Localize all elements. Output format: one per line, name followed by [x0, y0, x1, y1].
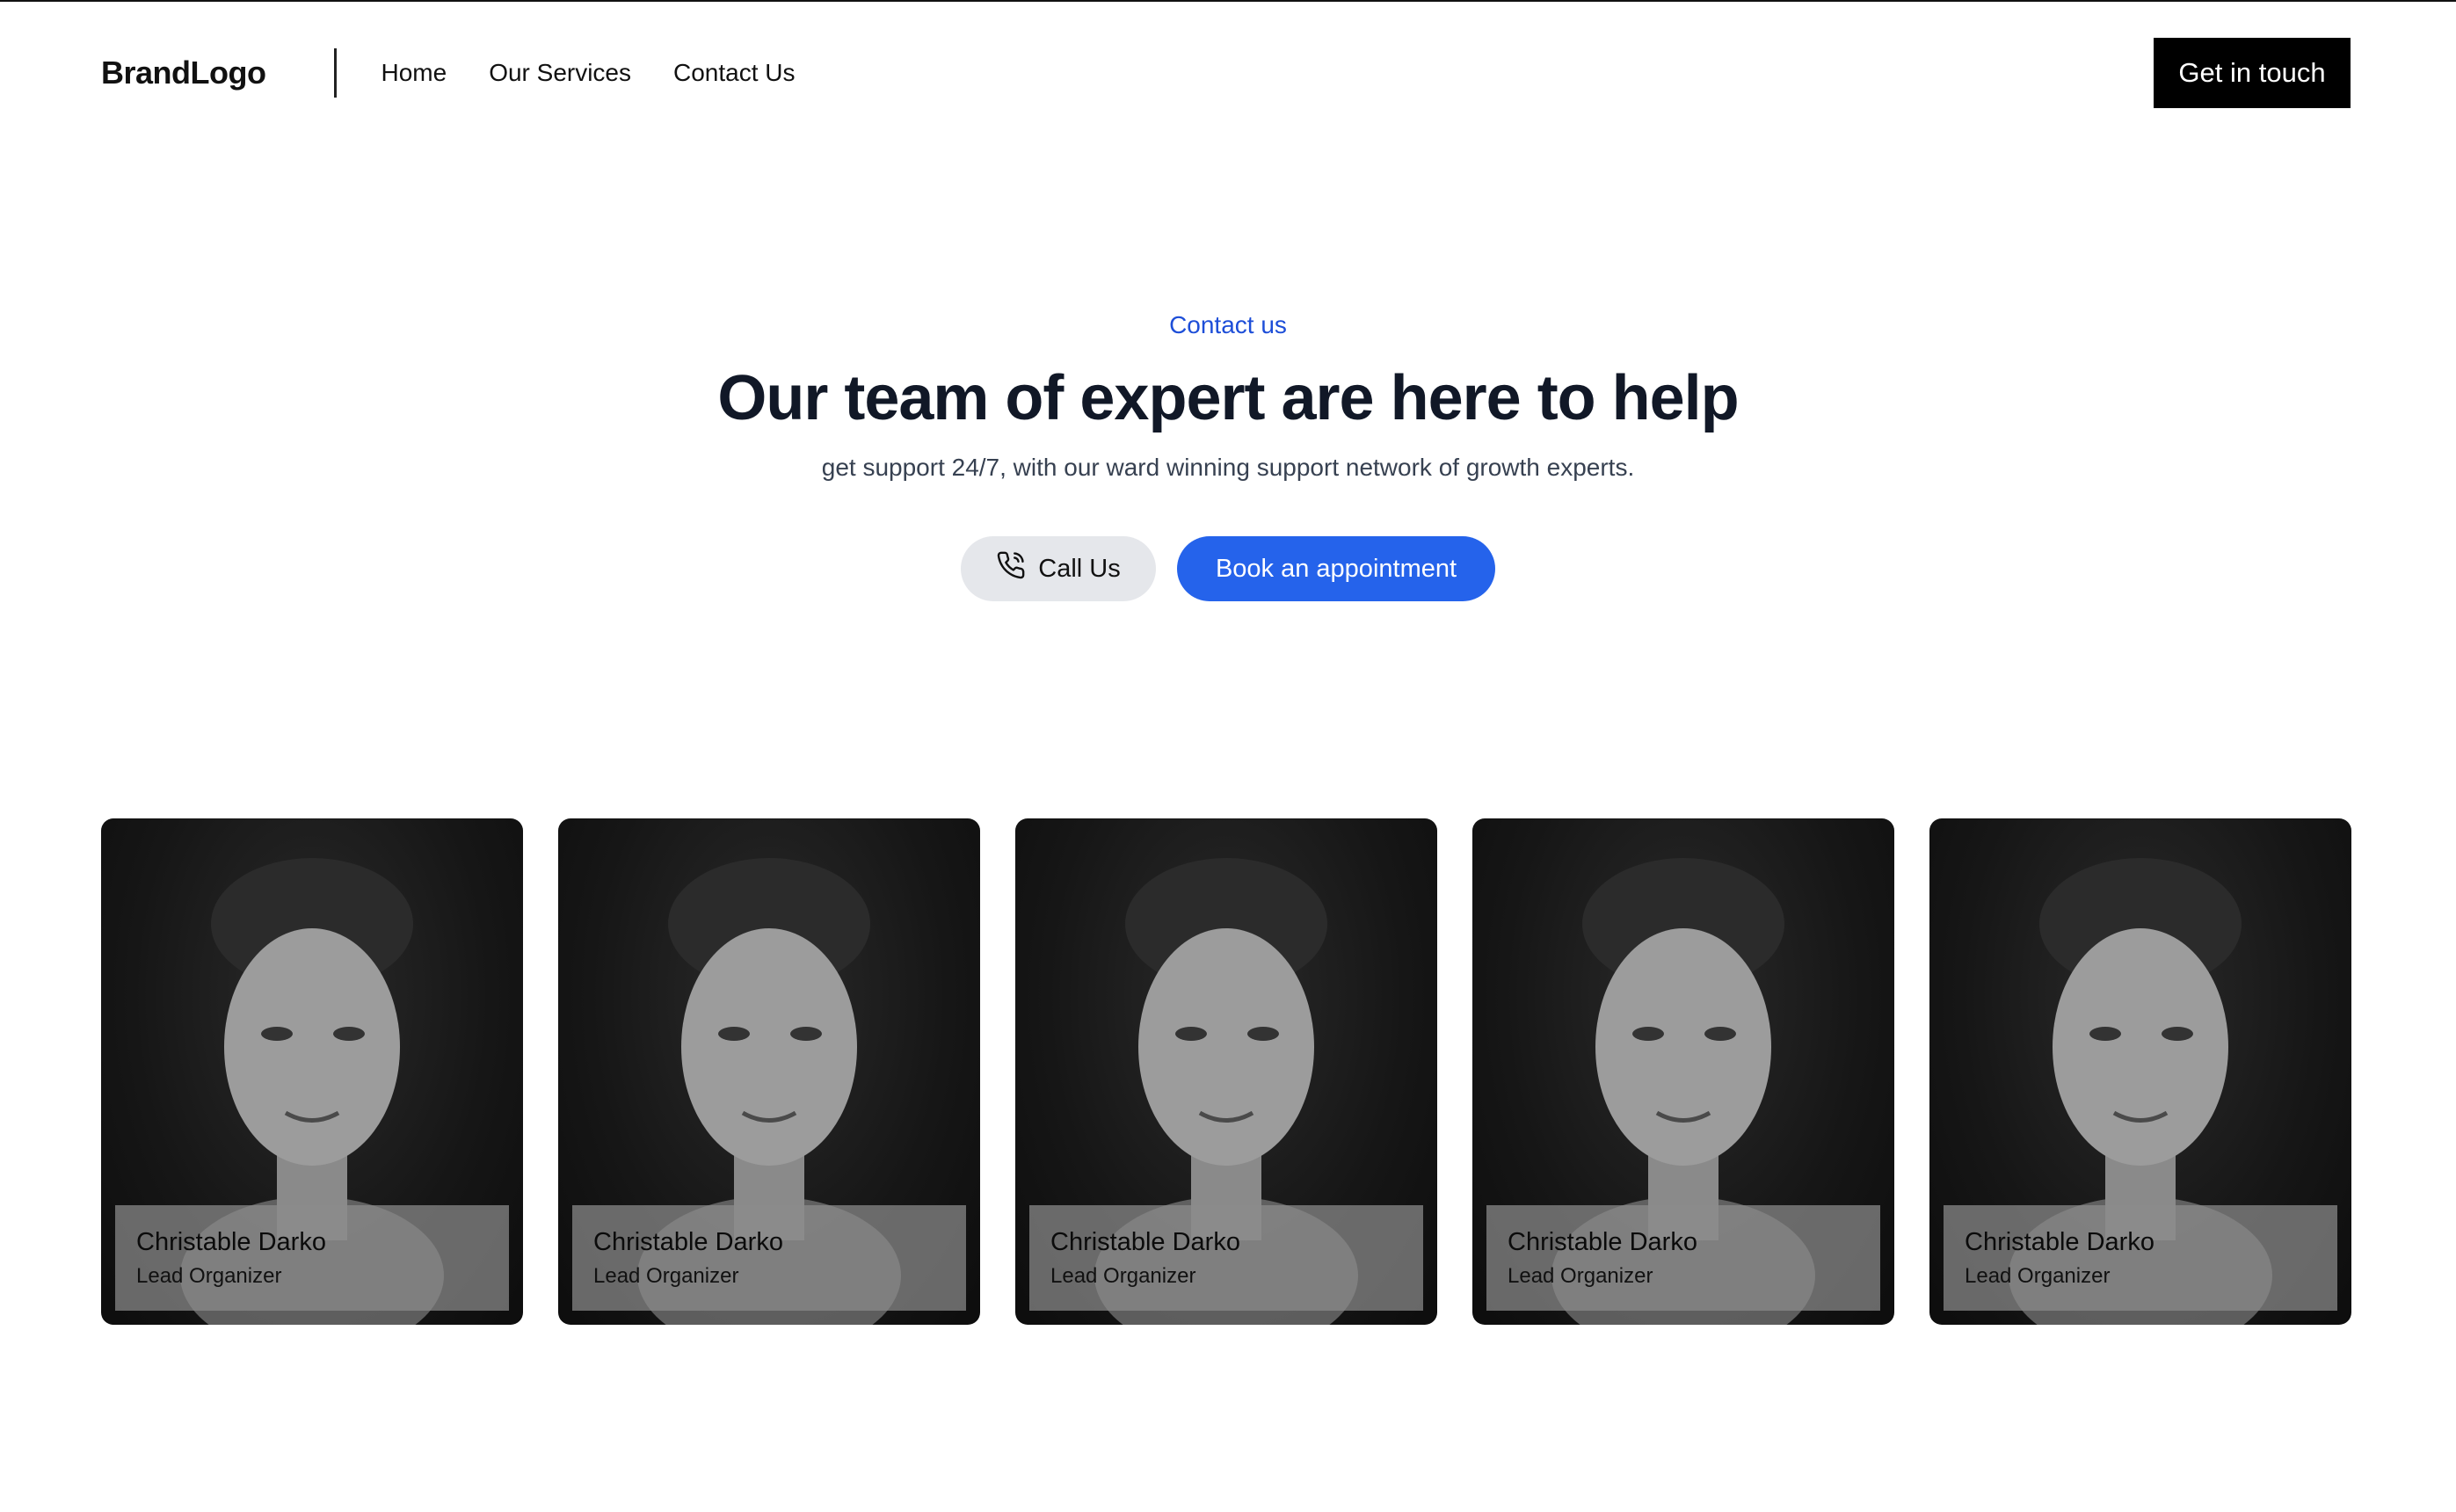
card-caption: Christable Darko Lead Organizer	[572, 1205, 966, 1311]
card-caption: Christable Darko Lead Organizer	[115, 1205, 509, 1311]
member-name: Christable Darko	[1965, 1228, 2154, 1256]
card-caption: Christable Darko Lead Organizer	[1486, 1205, 1880, 1311]
card-caption: Christable Darko Lead Organizer	[1029, 1205, 1423, 1311]
member-name: Christable Darko	[593, 1228, 783, 1256]
nav-link-services[interactable]: Our Services	[489, 59, 631, 87]
nav-divider	[334, 48, 338, 98]
hero-eyebrow: Contact us	[1169, 311, 1287, 338]
member-role: Lead Organizer	[1050, 1264, 1196, 1288]
hero-subtitle: get support 24/7, with our ward winning …	[821, 454, 1635, 481]
call-us-label: Call Us	[1038, 554, 1121, 583]
member-role: Lead Organizer	[136, 1264, 282, 1288]
team-card[interactable]: Christable Darko Lead Organizer	[1015, 818, 1437, 1325]
navbar: BrandLogo Home Our Services Contact Us G…	[101, 37, 2351, 109]
book-appointment-button[interactable]: Book an appointment	[1177, 536, 1495, 601]
hero-buttons: Call Us Book an appointment	[0, 536, 2456, 601]
team-cards: Christable Darko Lead Organizer Christab…	[101, 818, 2351, 1325]
member-name: Christable Darko	[1508, 1228, 1697, 1256]
member-name: Christable Darko	[1050, 1228, 1240, 1256]
member-role: Lead Organizer	[1508, 1264, 1653, 1288]
card-caption: Christable Darko Lead Organizer	[1944, 1205, 2337, 1311]
member-name: Christable Darko	[136, 1228, 326, 1256]
team-card[interactable]: Christable Darko Lead Organizer	[1472, 818, 1894, 1325]
get-in-touch-button[interactable]: Get in touch	[2154, 38, 2351, 108]
hero-section: Contact us Our team of expert are here t…	[0, 311, 2456, 601]
brand-logo[interactable]: BrandLogo	[101, 55, 266, 91]
team-card[interactable]: Christable Darko Lead Organizer	[1929, 818, 2351, 1325]
nav-links: Home Our Services Contact Us	[381, 59, 795, 87]
team-card[interactable]: Christable Darko Lead Organizer	[101, 818, 523, 1325]
member-role: Lead Organizer	[593, 1264, 739, 1288]
nav-link-contact[interactable]: Contact Us	[673, 59, 796, 87]
phone-icon	[996, 550, 1026, 587]
page-title: Our team of expert are here to help	[717, 363, 1739, 433]
team-card[interactable]: Christable Darko Lead Organizer	[558, 818, 980, 1325]
call-us-button[interactable]: Call Us	[961, 536, 1156, 601]
nav-link-home[interactable]: Home	[381, 59, 447, 87]
member-role: Lead Organizer	[1965, 1264, 2111, 1288]
page: BrandLogo Home Our Services Contact Us G…	[0, 0, 2456, 1512]
